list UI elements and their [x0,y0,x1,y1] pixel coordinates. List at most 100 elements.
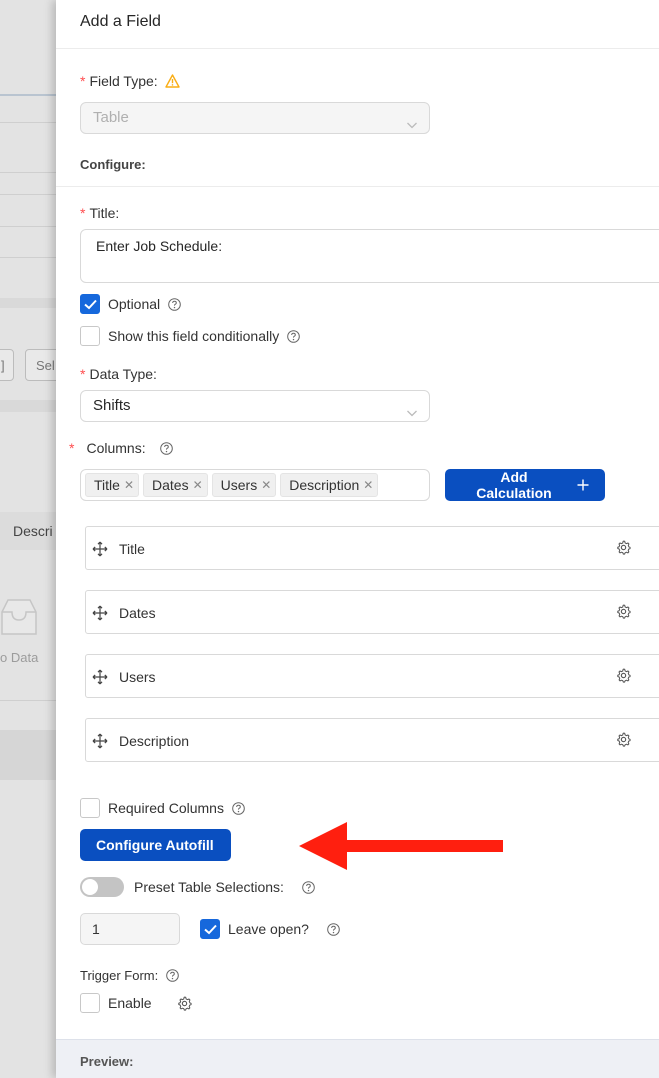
add-field-drawer: Add a Field * Field Type: Table Configur… [56,0,659,1078]
bg-divider [0,172,56,173]
column-row[interactable]: Description [85,718,659,762]
trigger-form-enable-checkbox[interactable] [80,993,100,1013]
trigger-form-label-text: Trigger Form: [80,968,159,983]
configure-autofill-button[interactable]: Configure Autofill [80,829,231,861]
drag-handle-icon[interactable] [92,669,108,690]
conditional-label-text: Show this field conditionally [108,328,280,344]
help-icon[interactable] [168,297,181,311]
columns-label-text: Columns: [86,440,146,456]
add-calculation-button[interactable]: Add Calculation [445,469,605,501]
title-label: * Title: [80,205,119,221]
drawer-title: Add a Field [80,13,161,30]
columns-multiselect[interactable]: Title ✕ Dates ✕ Users ✕ Description ✕ [80,469,430,501]
column-row-name: Dates [119,605,156,621]
preset-table-label: Preset Table Selections: [134,879,315,895]
trigger-form-enable-label: Enable [108,995,192,1011]
preset-table-toggle[interactable] [80,877,124,897]
gear-icon[interactable] [616,540,631,560]
preset-table-label-text: Preset Table Selections: [134,879,284,895]
required-columns-label-text: Required Columns [108,800,224,816]
column-row-name: Title [119,541,145,557]
close-icon[interactable]: ✕ [124,479,134,491]
leave-open-label-text: Leave open? [228,921,309,937]
drag-handle-icon[interactable] [92,541,108,562]
column-tag: Dates ✕ [143,473,208,497]
column-row[interactable]: Users [85,654,659,698]
column-row[interactable]: Dates [85,590,659,634]
bg-divider [0,122,56,123]
drawer-header: Add a Field [56,0,659,49]
chevron-down-icon [406,112,418,142]
required-marker: * [69,440,75,456]
column-row-name: Description [119,733,190,749]
conditional-label: Show this field conditionally [108,328,301,344]
empty-inbox-icon [0,598,40,643]
optional-label: Optional [108,296,181,312]
help-icon[interactable] [166,969,180,982]
column-row[interactable]: Title [85,526,659,570]
required-columns-checkbox[interactable] [80,798,100,818]
column-tag: Description ✕ [280,473,379,497]
bg-empty-text: o Data [0,650,39,665]
section-divider [56,186,659,187]
help-icon[interactable] [302,880,315,894]
close-icon[interactable]: ✕ [193,479,203,491]
bg-select-button: Sel [25,349,56,381]
preset-count-input[interactable]: 1 [80,913,180,945]
bg-divider [0,257,56,258]
drag-handle-icon[interactable] [92,733,108,754]
enable-label-text: Enable [108,995,152,1011]
bg-divider [0,226,56,227]
column-tag: Title ✕ [85,473,139,497]
chevron-down-icon [406,400,418,430]
help-icon[interactable] [232,801,245,815]
column-tag-label: Dates [152,477,189,493]
column-tag-label: Title [94,477,120,493]
required-marker: * [80,205,86,221]
help-icon[interactable] [159,441,173,455]
field-type-label-text: Field Type: [89,73,158,89]
red-arrow-annotation [299,822,503,870]
field-type-select[interactable]: Table [80,102,430,134]
required-marker: * [80,73,86,89]
bg-divider [0,700,56,701]
bg-band [0,400,56,412]
add-calculation-label: Add Calculation [476,469,552,501]
bg-band [0,298,56,308]
conditional-checkbox[interactable] [80,326,100,346]
preview-label: Preview: [80,1054,134,1069]
column-row-name: Users [119,669,156,685]
leave-open-checkbox[interactable] [200,919,220,939]
data-type-label: * Data Type: [80,366,157,382]
required-columns-label: Required Columns [108,800,245,816]
column-tag-label: Users [220,477,258,493]
title-label-text: Title: [89,205,120,221]
trigger-form-label: Trigger Form: [80,968,180,983]
gear-icon[interactable] [616,604,631,624]
bg-button: ] [0,349,14,381]
data-type-select[interactable]: Shifts [80,390,430,422]
bg-divider [0,194,56,195]
column-tag-label: Description [289,477,360,493]
warning-icon [164,74,180,88]
data-type-label-text: Data Type: [89,366,157,382]
close-icon[interactable]: ✕ [363,479,373,491]
gear-icon[interactable] [177,996,192,1011]
configure-label: Configure: [80,157,146,172]
background-page: ] Sel Descri o Data [0,0,56,1078]
field-type-value: Table [93,109,129,126]
close-icon[interactable]: ✕ [261,479,271,491]
toggle-knob [82,879,98,895]
columns-label: * Columns: [69,440,173,456]
column-tag: Users ✕ [211,473,277,497]
help-icon[interactable] [327,922,340,936]
help-icon[interactable] [287,329,301,343]
leave-open-label: Leave open? [228,921,340,937]
optional-label-text: Optional [108,296,161,312]
gear-icon[interactable] [616,732,631,752]
data-type-value: Shifts [93,397,131,414]
drag-handle-icon[interactable] [92,605,108,626]
gear-icon[interactable] [616,668,631,688]
title-textarea[interactable]: Enter Job Schedule: [80,229,659,283]
optional-checkbox[interactable] [80,294,100,314]
